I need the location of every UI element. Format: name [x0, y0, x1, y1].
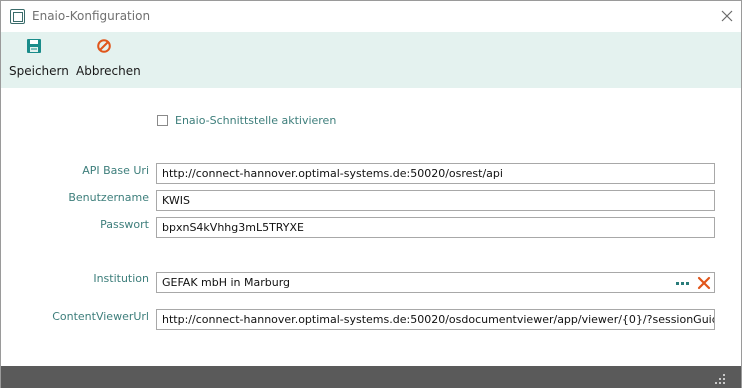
content-viewer-url-field[interactable]: http://connect-hannover.optimal-systems.… — [156, 309, 715, 330]
username-label: Benutzername — [68, 191, 149, 204]
username-field[interactable]: KWIS — [156, 190, 715, 211]
title-bar[interactable]: Enaio-Konfiguration — [1, 1, 741, 32]
ellipsis-icon[interactable] — [676, 277, 692, 289]
institution-label: Institution — [93, 272, 149, 285]
status-bar — [1, 366, 741, 388]
close-icon[interactable] — [717, 6, 737, 26]
institution-field[interactable]: GEFAK mbH in Marburg — [156, 272, 715, 293]
toolbar-ribbon: Speichern Abbrechen — [1, 32, 741, 88]
checkbox-box[interactable] — [157, 115, 168, 126]
resize-grip-icon[interactable] — [713, 371, 727, 385]
floppy-disk-icon — [26, 38, 42, 54]
content-viewer-url-label: ContentViewerUrl — [52, 310, 149, 323]
cancel-label: Abbrechen — [76, 64, 141, 78]
password-field[interactable]: bpxnS4kVhhg3mL5TRYXE — [156, 217, 715, 238]
enable-interface-label: Enaio-Schnittstelle aktivieren — [175, 114, 337, 127]
api-base-uri-field[interactable]: http://connect-hannover.optimal-systems.… — [156, 163, 715, 184]
save-button[interactable]: Speichern — [7, 36, 69, 84]
form-area: Enaio-Schnittstelle aktivieren API Base … — [1, 88, 741, 366]
cancel-button[interactable]: Abbrechen — [73, 36, 141, 84]
api-base-uri-label: API Base Uri — [82, 164, 149, 177]
delete-x-icon[interactable] — [697, 274, 711, 292]
password-label: Passwort — [100, 218, 149, 231]
app-window-icon — [10, 9, 25, 24]
window-title: Enaio-Konfiguration — [32, 9, 151, 23]
cancel-circle-icon — [96, 38, 112, 54]
configuration-window: Enaio-Konfiguration Speichern Abbrechen … — [0, 0, 742, 388]
save-label: Speichern — [9, 64, 69, 78]
